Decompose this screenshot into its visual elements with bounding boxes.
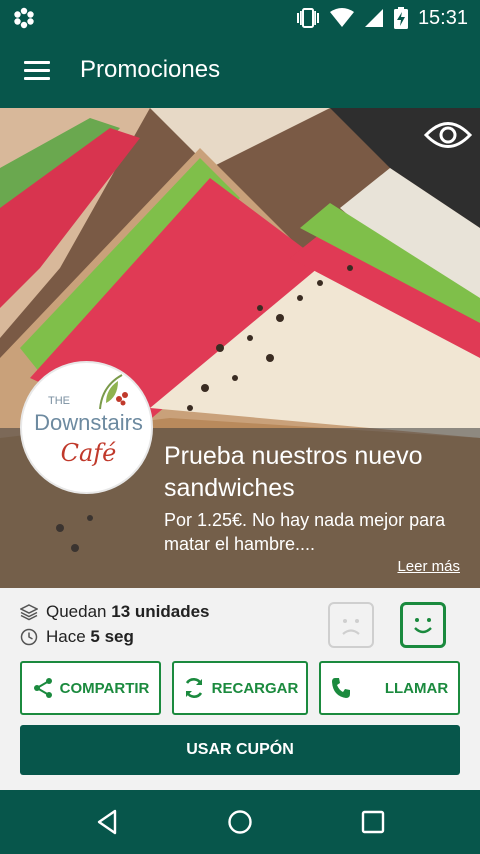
logo-name: Downstairs [34, 410, 143, 435]
clock: 15:31 [417, 6, 468, 29]
promotion-details: Quedan 13 unidades Hace 5 seg COMPARTIR [0, 588, 480, 790]
posted-time: Hace 5 seg [20, 627, 134, 647]
read-more-link[interactable]: Leer más [397, 558, 460, 575]
remaining-prefix: Quedan [46, 602, 107, 621]
remaining-units: Quedan 13 unidades [20, 602, 210, 622]
dislike-button[interactable] [328, 602, 374, 648]
vibrate-icon [296, 8, 319, 28]
app-notification-icon [14, 7, 34, 29]
reload-label: RECARGAR [211, 679, 299, 697]
promotion-description: Por 1.25€. No hay nada mejor para matar … [164, 510, 446, 554]
logo-the: THE [48, 395, 70, 407]
clock-icon [20, 628, 38, 646]
status-bar: 15:31 [0, 0, 480, 36]
logo-leaf-icon [99, 374, 128, 410]
use-coupon-button[interactable]: USAR CUPÓN [20, 725, 460, 775]
like-button[interactable] [400, 602, 446, 648]
call-label: LLAMAR [384, 679, 449, 697]
sad-face-icon [342, 619, 360, 635]
refresh-icon [185, 678, 202, 698]
call-button[interactable]: LLAMAR [319, 661, 460, 715]
share-icon [33, 678, 52, 698]
wifi-icon [329, 8, 354, 27]
system-nav-bar [0, 790, 480, 854]
promotion-title: Prueba nuestros nuevo sandwiches [164, 442, 423, 502]
logo-cafe: Café [60, 439, 117, 467]
business-logo[interactable]: THE Downstairs Café [20, 361, 153, 494]
happy-face-icon [414, 618, 432, 634]
home-icon[interactable] [226, 808, 254, 836]
remaining-value: 13 unidades [111, 602, 210, 621]
battery-charging-icon [393, 7, 408, 29]
time-prefix: Hace [46, 627, 86, 646]
eye-icon[interactable] [424, 118, 472, 152]
back-icon[interactable] [93, 808, 121, 836]
layers-icon [20, 604, 38, 621]
recents-icon[interactable] [359, 808, 387, 836]
signal-icon [364, 9, 383, 27]
share-button[interactable]: COMPARTIR [20, 661, 161, 715]
app-bar: Promociones [0, 36, 480, 108]
page-title: Promociones [80, 56, 221, 83]
time-value: 5 seg [90, 627, 134, 646]
reload-button[interactable]: RECARGAR [172, 661, 308, 715]
share-label: COMPARTIR [59, 679, 150, 697]
hamburger-menu-icon[interactable] [20, 58, 54, 86]
phone-icon [331, 678, 350, 698]
promotion-card[interactable]: THE Downstairs Café Prueba nuestros nuev… [0, 108, 480, 588]
